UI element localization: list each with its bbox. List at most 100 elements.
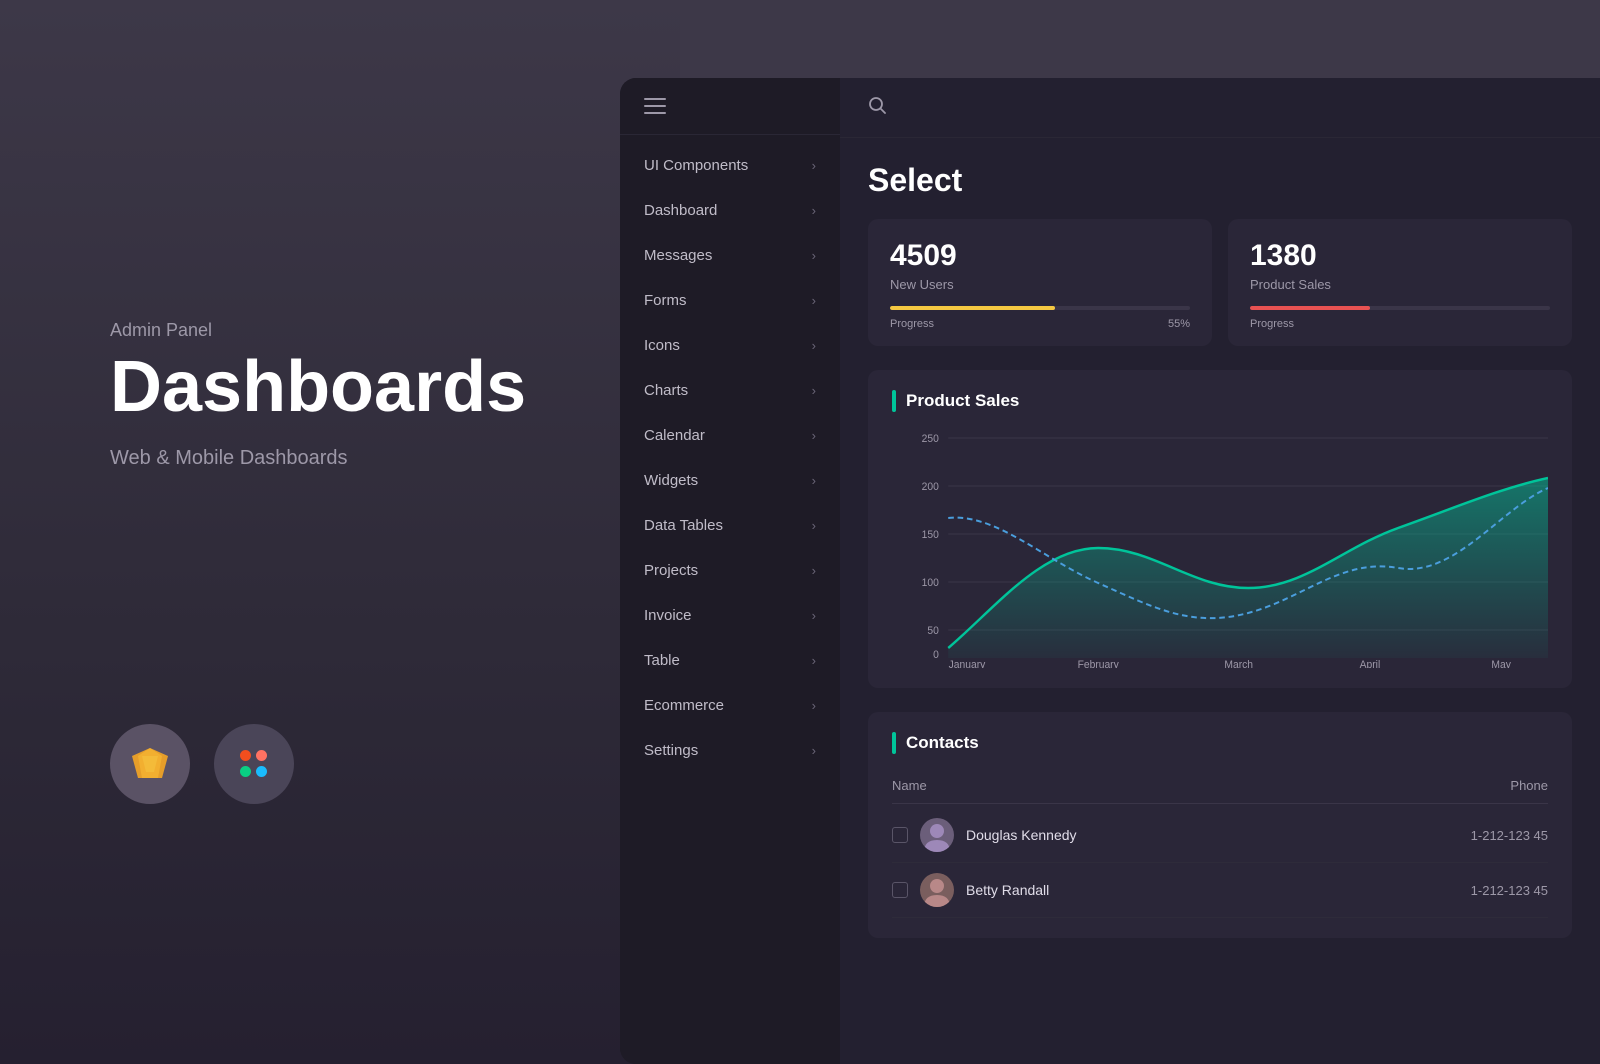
admin-label: Admin Panel: [110, 320, 526, 341]
sidebar-item-label-projects: Projects: [644, 562, 698, 579]
progress-label-sales: Progress: [1250, 318, 1294, 330]
sidebar-item-settings[interactable]: Settings ›: [620, 728, 840, 773]
chevron-right-icon: ›: [812, 293, 816, 308]
progress-pct-users: 55%: [1168, 318, 1190, 330]
sidebar-item-label-settings: Settings: [644, 742, 698, 759]
sidebar-item-messages[interactable]: Messages ›: [620, 233, 840, 278]
contacts-title: Contacts: [906, 733, 979, 753]
svg-text:March: March: [1224, 659, 1253, 668]
chart-accent-bar: [892, 390, 896, 412]
sidebar-item-label-calendar: Calendar: [644, 427, 705, 444]
svg-text:50: 50: [927, 625, 939, 637]
sidebar: UI Components › Dashboard › Messages › F…: [620, 78, 840, 1064]
stat-card-product-sales: 1380 Product Sales Progress: [1228, 219, 1572, 346]
contact-avatar-betty: [920, 873, 954, 907]
chevron-right-icon: ›: [812, 158, 816, 173]
left-content-area: Admin Panel Dashboards Web & Mobile Dash…: [110, 320, 526, 470]
sidebar-item-table[interactable]: Table ›: [620, 638, 840, 683]
stat-label-sales: Product Sales: [1250, 277, 1550, 292]
sidebar-item-label-invoice: Invoice: [644, 607, 692, 624]
svg-text:200: 200: [922, 481, 939, 493]
chevron-right-icon: ›: [812, 338, 816, 353]
svg-text:0: 0: [933, 649, 939, 661]
sketch-app-icon[interactable]: [110, 724, 190, 804]
sidebar-item-label-ui-components: UI Components: [644, 157, 748, 174]
svg-text:January: January: [949, 659, 986, 668]
contact-checkbox-douglas[interactable]: [892, 827, 908, 843]
sidebar-nav: UI Components › Dashboard › Messages › F…: [620, 135, 840, 781]
progress-fill-sales: [1250, 306, 1370, 310]
product-sales-chart: 250 200 150 100 50 0: [892, 428, 1548, 668]
sidebar-item-label-messages: Messages: [644, 247, 712, 264]
page-subtitle: Web & Mobile Dashboards: [110, 447, 526, 470]
sidebar-item-label-dashboard: Dashboard: [644, 202, 717, 219]
chevron-right-icon: ›: [812, 203, 816, 218]
sidebar-item-projects[interactable]: Projects ›: [620, 548, 840, 593]
sidebar-item-calendar[interactable]: Calendar ›: [620, 413, 840, 458]
chevron-right-icon: ›: [812, 473, 816, 488]
contact-row-betty: Betty Randall 1-212-123 45: [892, 863, 1548, 918]
main-header: [840, 78, 1600, 138]
sidebar-header: [620, 78, 840, 135]
chevron-right-icon: ›: [812, 608, 816, 623]
sidebar-item-data-tables[interactable]: Data Tables ›: [620, 503, 840, 548]
stat-card-new-users: 4509 New Users Progress 55%: [868, 219, 1212, 346]
progress-bar-users: [890, 306, 1190, 310]
sidebar-item-label-table: Table: [644, 652, 680, 669]
svg-text:100: 100: [922, 577, 939, 589]
dashboard-panel: UI Components › Dashboard › Messages › F…: [620, 78, 1600, 1064]
sidebar-item-forms[interactable]: Forms ›: [620, 278, 840, 323]
progress-fill-users: [890, 306, 1055, 310]
col-header-name: Name: [892, 778, 927, 793]
hamburger-menu-icon[interactable]: [644, 98, 666, 114]
sidebar-item-label-forms: Forms: [644, 292, 687, 309]
section-title: Select: [840, 138, 1600, 219]
chevron-right-icon: ›: [812, 698, 816, 713]
contact-checkbox-betty[interactable]: [892, 882, 908, 898]
stat-number-sales: 1380: [1250, 239, 1550, 273]
contact-name-betty: Betty Randall: [966, 882, 1471, 898]
chevron-right-icon: ›: [812, 743, 816, 758]
sidebar-item-label-data-tables: Data Tables: [644, 517, 723, 534]
sidebar-item-widgets[interactable]: Widgets ›: [620, 458, 840, 503]
left-background: [0, 0, 680, 1064]
progress-bar-sales: [1250, 306, 1550, 310]
page-title: Dashboards: [110, 351, 526, 423]
chart-section: Product Sales 250 200 150 100 50 0: [868, 370, 1572, 688]
chevron-right-icon: ›: [812, 563, 816, 578]
chart-area: 250 200 150 100 50 0: [892, 428, 1548, 668]
contact-phone-betty: 1-212-123 45: [1471, 883, 1548, 898]
contacts-table-header: Name Phone: [892, 770, 1548, 804]
sidebar-item-label-ecommerce: Ecommerce: [644, 697, 724, 714]
contacts-accent-bar: [892, 732, 896, 754]
sidebar-item-ui-components[interactable]: UI Components ›: [620, 143, 840, 188]
figma-logo-icon: [240, 750, 268, 778]
sidebar-item-dashboard[interactable]: Dashboard ›: [620, 188, 840, 233]
svg-text:150: 150: [922, 529, 939, 541]
sidebar-item-ecommerce[interactable]: Ecommerce ›: [620, 683, 840, 728]
sidebar-item-charts[interactable]: Charts ›: [620, 368, 840, 413]
app-icons-row: [110, 724, 294, 804]
sidebar-item-label-charts: Charts: [644, 382, 688, 399]
sidebar-item-label-widgets: Widgets: [644, 472, 698, 489]
chevron-right-icon: ›: [812, 428, 816, 443]
progress-footer-sales: Progress: [1250, 318, 1550, 330]
sidebar-item-icons[interactable]: Icons ›: [620, 323, 840, 368]
contacts-section: Contacts Name Phone Douglas Kennedy 1-21…: [868, 712, 1572, 938]
svg-text:250: 250: [922, 433, 939, 445]
svg-text:February: February: [1078, 659, 1120, 668]
figma-app-icon[interactable]: [214, 724, 294, 804]
sketch-logo-icon: [130, 746, 170, 782]
chart-title: Product Sales: [906, 391, 1019, 411]
search-icon[interactable]: [868, 96, 886, 119]
stat-label-users: New Users: [890, 277, 1190, 292]
chevron-right-icon: ›: [812, 248, 816, 263]
chevron-right-icon: ›: [812, 653, 816, 668]
chart-title-row: Product Sales: [892, 390, 1548, 412]
stat-number-users: 4509: [890, 239, 1190, 273]
chevron-right-icon: ›: [812, 383, 816, 398]
sidebar-item-label-icons: Icons: [644, 337, 680, 354]
contact-avatar-douglas: [920, 818, 954, 852]
sidebar-item-invoice[interactable]: Invoice ›: [620, 593, 840, 638]
contact-row-douglas: Douglas Kennedy 1-212-123 45: [892, 808, 1548, 863]
